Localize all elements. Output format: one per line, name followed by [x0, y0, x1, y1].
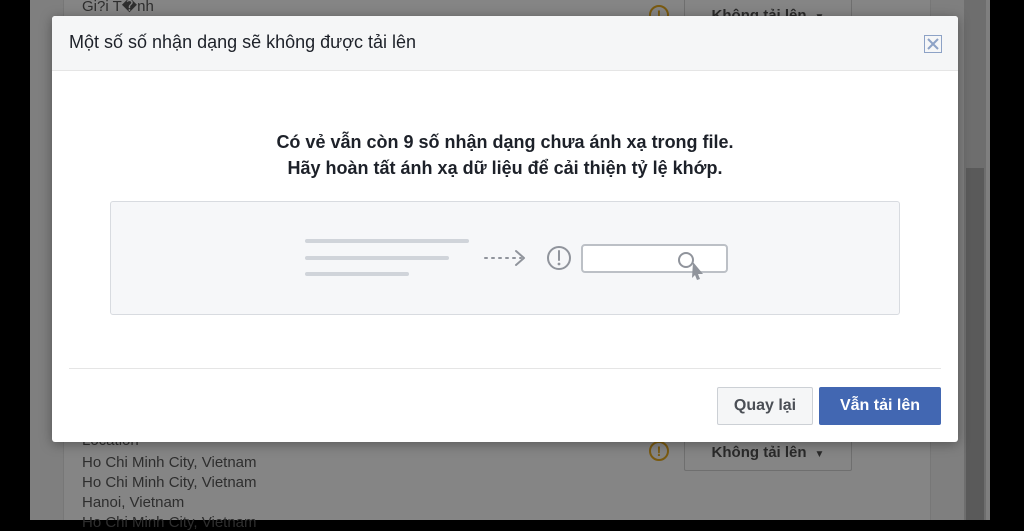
dialog-message: Có vẻ vẫn còn 9 số nhận dạng chưa ánh xạ…	[52, 129, 958, 181]
message-line: Hãy hoàn tất ánh xạ dữ liệu để cải thiện…	[287, 158, 723, 178]
field-label-gender: Gi?i T�nh	[82, 0, 154, 15]
caret-down-icon: ▼	[814, 449, 825, 460]
field-box-icon	[581, 244, 728, 273]
close-button[interactable]	[924, 35, 942, 53]
unmapped-identifiers-dialog: Một số số nhận dạng sẽ không được tải lê…	[52, 16, 958, 442]
close-icon	[927, 38, 939, 50]
mapping-illustration-graphic	[305, 239, 728, 280]
location-value: Ho Chi Minh City, Vietnam	[82, 514, 257, 531]
text-lines-icon	[305, 239, 469, 276]
dialog-header: Một số số nhận dạng sẽ không được tải lê…	[52, 16, 958, 71]
dialog-title: Một số số nhận dạng sẽ không được tải lê…	[69, 32, 417, 52]
dotted-arrow-icon	[484, 250, 525, 266]
dropdown-label: Không tải lên	[711, 444, 807, 461]
upload-anyway-button[interactable]: Vẫn tải lên	[819, 387, 941, 425]
mapping-illustration	[110, 201, 900, 315]
location-value: Hanoi, Vietnam	[82, 494, 185, 511]
page-scrollbar-thumb[interactable]	[966, 168, 984, 520]
message-line: Có vẻ vẫn còn 9 số nhận dạng chưa ánh xạ…	[276, 132, 734, 152]
back-button[interactable]: Quay lại	[717, 387, 813, 425]
location-value: Ho Chi Minh City, Vietnam	[82, 454, 257, 471]
warning-icon: !	[649, 441, 669, 461]
warning-icon	[547, 246, 571, 270]
footer-divider	[69, 368, 941, 369]
location-value: Ho Chi Minh City, Vietnam	[82, 474, 257, 491]
